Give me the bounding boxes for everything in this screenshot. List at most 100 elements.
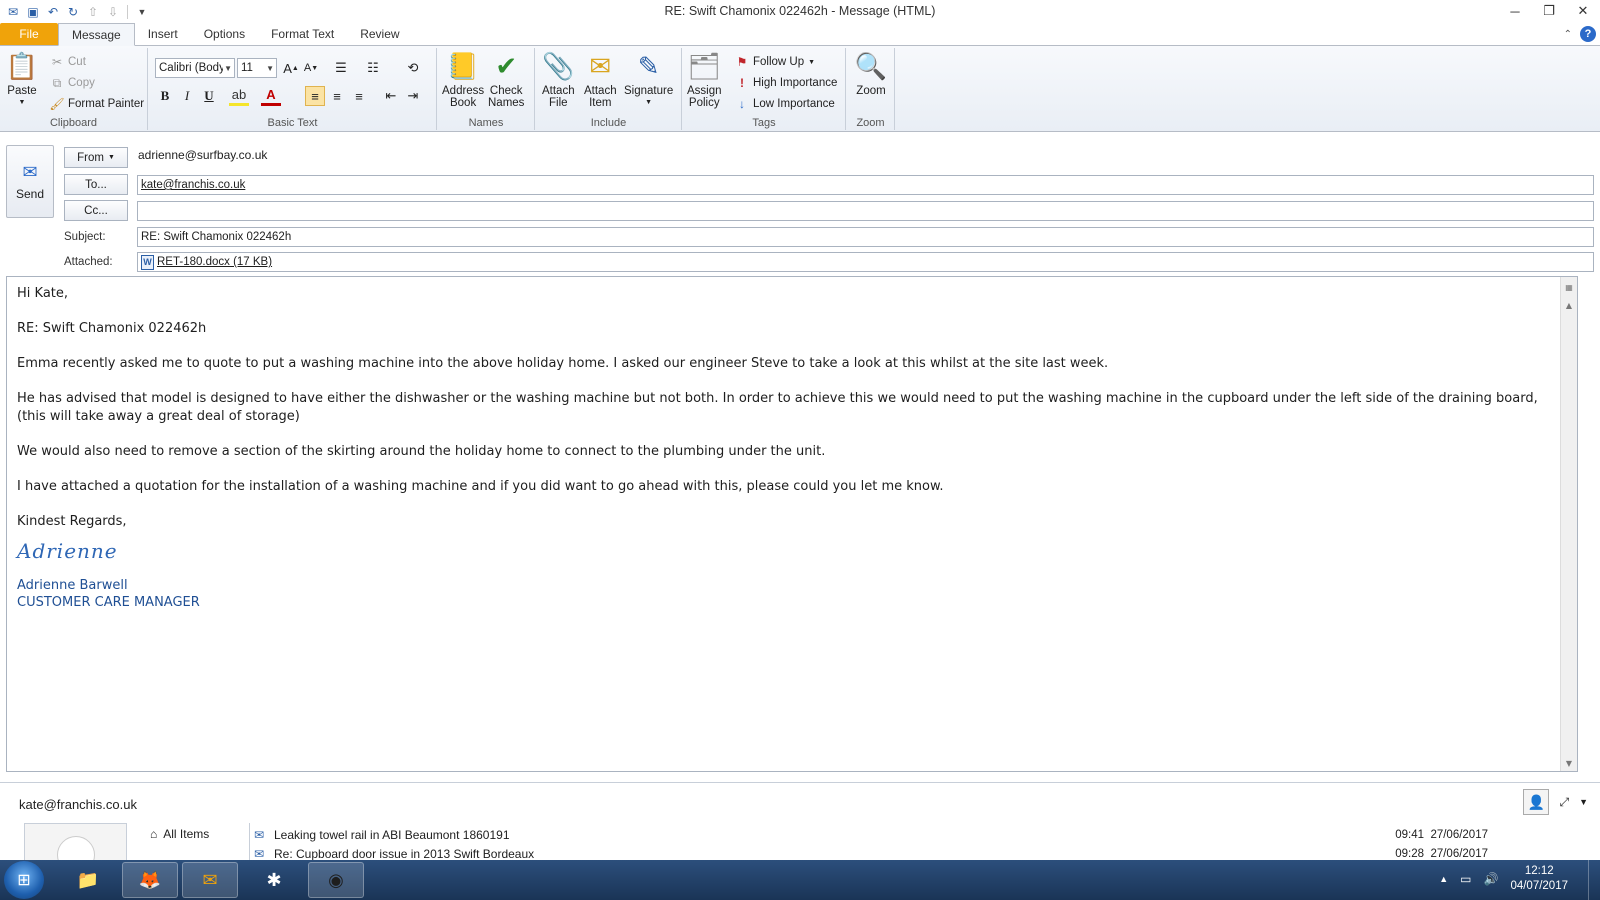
align-left-icon[interactable]: ≡ (305, 86, 325, 106)
attach-item-button[interactable]: ✉ Attach Item (584, 50, 617, 109)
clear-formatting-icon[interactable]: ⟲ (403, 58, 423, 78)
cc-button[interactable]: Cc... (64, 200, 128, 221)
show-hidden-icons[interactable]: ▲ (1439, 874, 1448, 884)
firefox-task[interactable]: 🦊 (122, 862, 178, 898)
tab-options[interactable]: Options (191, 23, 258, 45)
scroll-down-icon[interactable]: ▼ (1561, 755, 1577, 771)
start-button[interactable]: ⊞ (4, 861, 44, 899)
zoom-button[interactable]: 🔍 Zoom (855, 50, 887, 97)
network-icon[interactable]: ▭ (1460, 872, 1471, 886)
font-size-combo[interactable]: 11 ▼ (237, 58, 277, 78)
collapse-chevron-icon[interactable]: ▼ (1579, 797, 1588, 807)
align-right-icon[interactable]: ≡ (349, 86, 369, 106)
paragraph-3: We would also need to remove a section o… (17, 444, 826, 459)
redo-icon[interactable]: ↻ (64, 3, 82, 21)
ruler-toggle-icon[interactable]: ▦ (1561, 279, 1577, 295)
cc-field[interactable] (137, 201, 1594, 221)
minimize-ribbon-icon[interactable]: ⌃ (1564, 29, 1572, 40)
ribbon: 📋 Paste ▼ ✂ Cut ⧉ Copy 🖌 Format Painter … (0, 46, 1600, 132)
send-button[interactable]: ✉ Send (6, 145, 54, 218)
highlight-icon[interactable]: ab (229, 86, 249, 106)
undo-icon[interactable]: ↶ (44, 3, 62, 21)
low-importance-icon: ↓ (739, 97, 745, 111)
signature-dropdown-icon: ▼ (645, 99, 653, 106)
outlook-task[interactable]: ✉ (182, 862, 238, 898)
scissors-icon: ✂ (51, 55, 63, 69)
check-names-button[interactable]: ✔ Check Names (488, 50, 524, 109)
chrome-task[interactable]: ◉ (308, 862, 364, 898)
body-scrollbar[interactable]: ▦ ▲ ▼ (1560, 277, 1577, 771)
restore-icon[interactable]: ❐ (1532, 0, 1566, 22)
app-task[interactable]: ✱ (246, 862, 302, 898)
cc-label: Cc... (84, 204, 108, 217)
list-item[interactable]: ✉ Leaking towel rail in ABI Beaumont 186… (254, 826, 1574, 844)
tab-insert[interactable]: Insert (135, 23, 191, 45)
to-button[interactable]: To... (64, 174, 128, 195)
to-recipient[interactable]: kate@franchis.co.uk (141, 179, 245, 191)
format-painter-label: Format Painter (68, 98, 145, 110)
increase-indent-icon[interactable]: ⇥ (403, 86, 423, 106)
file-explorer-task[interactable]: 📁 (60, 862, 116, 898)
previous-item-icon[interactable]: ⇧ (84, 3, 102, 21)
help-icon[interactable]: ? (1580, 26, 1596, 42)
email-icon: ✉ (254, 847, 265, 860)
subject-field[interactable]: RE: Swift Chamonix 022462h (137, 227, 1594, 247)
shrink-font-icon[interactable]: A ▼ (301, 58, 321, 78)
align-center-icon[interactable]: ≡ (327, 86, 347, 106)
all-items-label: All Items (163, 827, 210, 841)
copy-icon: ⧉ (52, 75, 62, 90)
contact-photo-icon[interactable]: 👤 (1523, 789, 1550, 815)
high-importance-button[interactable]: ! High Importance (735, 73, 837, 93)
copy-label: Copy (68, 77, 95, 89)
low-importance-button[interactable]: ↓ Low Importance (735, 94, 835, 114)
assign-policy-button[interactable]: 🗂 Assign Policy (687, 50, 722, 109)
volume-icon[interactable]: 🔊 (1483, 872, 1498, 886)
paste-button[interactable]: 📋 Paste ▼ (6, 50, 38, 109)
expand-icon[interactable]: ⤢ (1559, 795, 1569, 810)
follow-up-button[interactable]: ⚑ Follow Up ▼ (735, 52, 815, 72)
handwritten-signature: Adrienne (17, 539, 118, 563)
nav-all-items[interactable]: ⌂ All Items (150, 827, 209, 841)
list-item[interactable]: ✉ Re: Cupboard door issue in 2013 Swift … (254, 845, 1574, 860)
scroll-up-icon[interactable]: ▲ (1561, 297, 1577, 313)
underline-button[interactable]: U (199, 86, 219, 106)
attachment-file[interactable]: RET-180.docx (17 KB) (157, 256, 272, 268)
show-desktop-button[interactable] (1588, 860, 1600, 900)
font-name-combo[interactable]: Calibri (Body) ▼ (155, 58, 235, 78)
minimize-icon[interactable]: ─ (1498, 0, 1532, 22)
decrease-indent-icon[interactable]: ⇤ (381, 86, 401, 106)
customize-qat-icon[interactable]: ▼ (133, 3, 151, 21)
address-book-button[interactable]: 📒 Address Book (442, 50, 484, 109)
basic-text-group-label: Basic Text (267, 117, 318, 129)
numbering-icon[interactable]: ☷ (363, 58, 383, 78)
attach-file-label-line2: File (549, 97, 568, 109)
copy-button[interactable]: ⧉ Copy (50, 73, 95, 93)
flag-icon: ⚑ (736, 55, 748, 69)
paperclip-icon: 📎 (542, 51, 575, 81)
italic-button[interactable]: I (177, 86, 197, 106)
message-body[interactable]: Hi Kate, RE: Swift Chamonix 022462h Emma… (6, 276, 1578, 772)
paste-icon: 📋 (5, 51, 39, 81)
tab-format-text[interactable]: Format Text (258, 23, 347, 45)
from-button[interactable]: From ▼ (64, 147, 128, 168)
tab-review[interactable]: Review (347, 23, 412, 45)
save-icon[interactable]: ▣ (24, 3, 42, 21)
window-controls: ─ ❐ ✕ (1498, 0, 1600, 22)
next-item-icon[interactable]: ⇩ (104, 3, 122, 21)
format-painter-button[interactable]: 🖌 Format Painter (49, 94, 145, 114)
attach-file-button[interactable]: 📎 Attach File (542, 50, 575, 109)
bold-button[interactable]: B (155, 86, 175, 106)
cut-button[interactable]: ✂ Cut (50, 52, 86, 72)
close-icon[interactable]: ✕ (1566, 0, 1600, 22)
to-field[interactable]: kate@franchis.co.uk (137, 175, 1594, 195)
tab-message[interactable]: Message (58, 23, 135, 46)
tab-file[interactable]: File (0, 23, 58, 45)
grow-font-icon[interactable]: A ▲ (281, 58, 301, 78)
system-clock[interactable]: 12:12 04/07/2017 (1510, 864, 1568, 894)
low-importance-label: Low Importance (753, 98, 835, 110)
chevron-down-icon: ▼ (808, 58, 816, 66)
bullets-icon[interactable]: ☰ (331, 58, 351, 78)
signature-button[interactable]: ✎ Signature ▼ (624, 50, 673, 109)
outlook-window-icon[interactable]: ✉ (4, 3, 22, 21)
font-color-icon[interactable]: A (261, 86, 281, 106)
